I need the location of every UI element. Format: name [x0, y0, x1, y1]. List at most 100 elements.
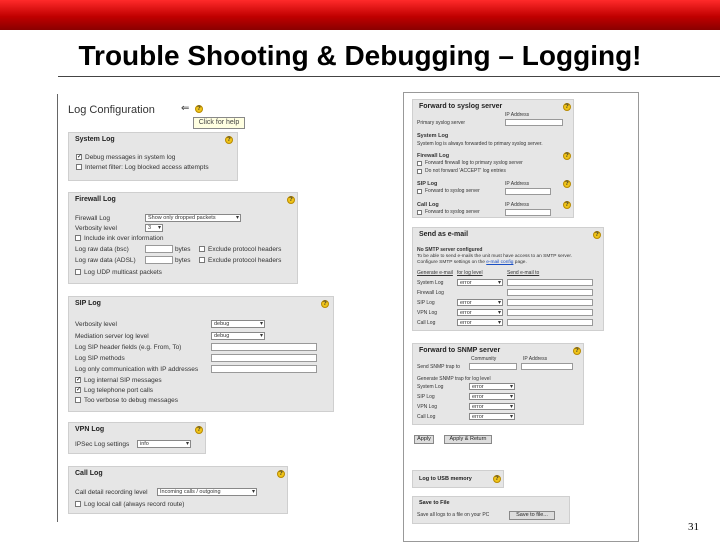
panel-title: Send as e-mail — [419, 231, 469, 238]
email-row-label: System Log — [417, 280, 444, 286]
fw-forward-label: Forward firewall log to primary syslog s… — [425, 160, 523, 166]
help-icon[interactable]: ? — [593, 231, 601, 239]
call-log-panel: Call Log ? Call detail recording level I… — [68, 466, 288, 514]
email-level-select[interactable]: error — [457, 319, 503, 326]
sip-methods-label: Log SIP methods — [75, 355, 125, 362]
raw-adsl-label: Log raw data (ADSL) — [75, 257, 136, 264]
mediation-select[interactable]: debug — [211, 332, 265, 340]
call-detail-label: Call detail recording level — [75, 489, 148, 496]
panel-title: Call Log — [75, 470, 103, 477]
raw-bsc-label: Log raw data (bsc) — [75, 246, 129, 253]
email-to-input[interactable] — [507, 309, 593, 316]
snmp-level-select[interactable]: error — [469, 413, 515, 420]
save-to-file-button[interactable]: Save to file... — [509, 511, 555, 520]
generate-trap-label: Generate SNMP trap for log level — [417, 376, 491, 382]
firewall-log-select[interactable]: Show only dropped packets — [145, 214, 241, 222]
debug-checkbox[interactable]: ✓ — [76, 154, 82, 160]
panel-title: Save to File — [419, 500, 450, 506]
verbosity-label: Verbosity level — [75, 225, 117, 232]
snmp-row-label: SIP Log — [417, 394, 435, 400]
too-verbose-checkbox[interactable] — [75, 397, 81, 403]
email-to-input[interactable] — [507, 279, 593, 286]
email-to-input[interactable] — [507, 289, 593, 296]
col-generate: Generate e-mail — [417, 270, 453, 276]
raw-bsc-input[interactable] — [145, 245, 173, 253]
only-ip-input[interactable] — [211, 365, 317, 373]
email-row-label: Call Log — [417, 320, 436, 326]
fw-no-accept-checkbox[interactable] — [417, 169, 422, 174]
sip-forward-checkbox[interactable] — [417, 189, 422, 194]
title-divider — [58, 76, 720, 77]
sip-methods-input[interactable] — [211, 354, 317, 362]
back-arrow-icon[interactable]: ⇐ — [181, 104, 191, 114]
sip-ip-input[interactable] — [505, 188, 551, 195]
community-label: Community — [471, 356, 497, 362]
help-icon[interactable]: ? — [277, 470, 285, 478]
smtp-desc: To be able to send e-mails the unit must… — [417, 254, 573, 259]
usb-log-panel: Log to USB memory ? — [412, 470, 504, 488]
raw-adsl-input[interactable] — [145, 256, 173, 264]
panel-title: Forward to syslog server — [419, 103, 503, 110]
email-to-input[interactable] — [507, 319, 593, 326]
community-input[interactable] — [469, 363, 517, 370]
internet-filter-label: Internet filter: Log blocked access atte… — [85, 164, 209, 171]
sip-header-input[interactable] — [211, 343, 317, 351]
exclude-headers-checkbox[interactable] — [199, 257, 205, 263]
snmp-level-select[interactable]: error — [469, 393, 515, 400]
exclude-headers-checkbox[interactable] — [199, 246, 205, 252]
help-icon[interactable]: ? — [493, 475, 501, 483]
email-row-label: Firewall Log — [417, 290, 444, 296]
local-call-checkbox[interactable] — [75, 501, 81, 507]
panel-title: SIP Log — [75, 300, 101, 307]
snmp-ip-input[interactable] — [521, 363, 573, 370]
help-icon[interactable]: ? — [195, 426, 203, 434]
verbosity-select[interactable]: 3 — [145, 224, 163, 232]
primary-syslog-input[interactable] — [505, 119, 563, 126]
slide-title: Trouble Shooting & Debugging – Logging! — [78, 40, 642, 71]
call-detail-select[interactable]: Incoming calls / outgoing — [157, 488, 257, 496]
ipsec-select[interactable]: info — [137, 440, 191, 448]
help-icon[interactable]: ? — [563, 152, 571, 160]
apply-button[interactable]: Apply — [414, 435, 434, 444]
snmp-level-select[interactable]: error — [469, 383, 515, 390]
email-level-select[interactable]: error — [457, 279, 503, 286]
local-call-label: Log local call (always record route) — [84, 501, 185, 508]
sip-verbosity-select[interactable]: debug — [211, 320, 265, 328]
telephone-checkbox[interactable]: ✓ — [75, 387, 81, 393]
help-icon[interactable]: ? — [563, 180, 571, 188]
snmp-row-label: Call Log — [417, 414, 436, 420]
udp-checkbox[interactable] — [75, 269, 81, 275]
only-ip-label: Log only communication with IP addresses — [75, 366, 199, 373]
too-verbose-label: Too verbose to debug messages — [84, 397, 178, 404]
ip-address-label: IP Address — [505, 202, 530, 208]
fw-forward-checkbox[interactable] — [417, 161, 422, 166]
call-ip-input[interactable] — [505, 209, 551, 216]
ip-address-label: IP Address — [523, 356, 548, 362]
help-icon[interactable]: ? — [321, 300, 329, 308]
help-icon[interactable]: ? — [563, 201, 571, 209]
no-smtp-label: No SMTP server configured — [417, 247, 483, 253]
email-config-link[interactable]: e-mail config — [486, 260, 513, 265]
snmp-level-select[interactable]: error — [469, 403, 515, 410]
ip-address-label: IP Address — [505, 181, 530, 187]
save-file-desc: Save all logs to a file on your PC — [417, 512, 490, 518]
telephone-label: Log telephone port calls — [84, 387, 154, 394]
email-level-select[interactable]: error — [457, 299, 503, 306]
ip-address-label: IP Address — [505, 112, 530, 118]
email-level-select[interactable]: error — [457, 309, 503, 316]
internal-sip-checkbox[interactable]: ✓ — [75, 377, 81, 383]
include-ink-checkbox[interactable] — [75, 235, 81, 241]
apply-return-button[interactable]: Apply & Return — [444, 435, 492, 444]
email-to-input[interactable] — [507, 299, 593, 306]
help-icon[interactable]: ? — [573, 347, 581, 355]
help-icon[interactable]: ? — [287, 196, 295, 204]
call-forward-checkbox[interactable] — [417, 210, 422, 215]
internet-filter-checkbox[interactable] — [76, 164, 82, 170]
help-icon[interactable]: ? — [225, 136, 233, 144]
panel-title: System Log — [75, 136, 115, 143]
call-log-label: Call Log — [417, 202, 439, 208]
sip-log-label: SIP Log — [417, 181, 438, 187]
help-icon[interactable]: ? — [563, 103, 571, 111]
panel-title: VPN Log — [75, 426, 105, 433]
help-icon[interactable]: ? — [195, 105, 203, 113]
